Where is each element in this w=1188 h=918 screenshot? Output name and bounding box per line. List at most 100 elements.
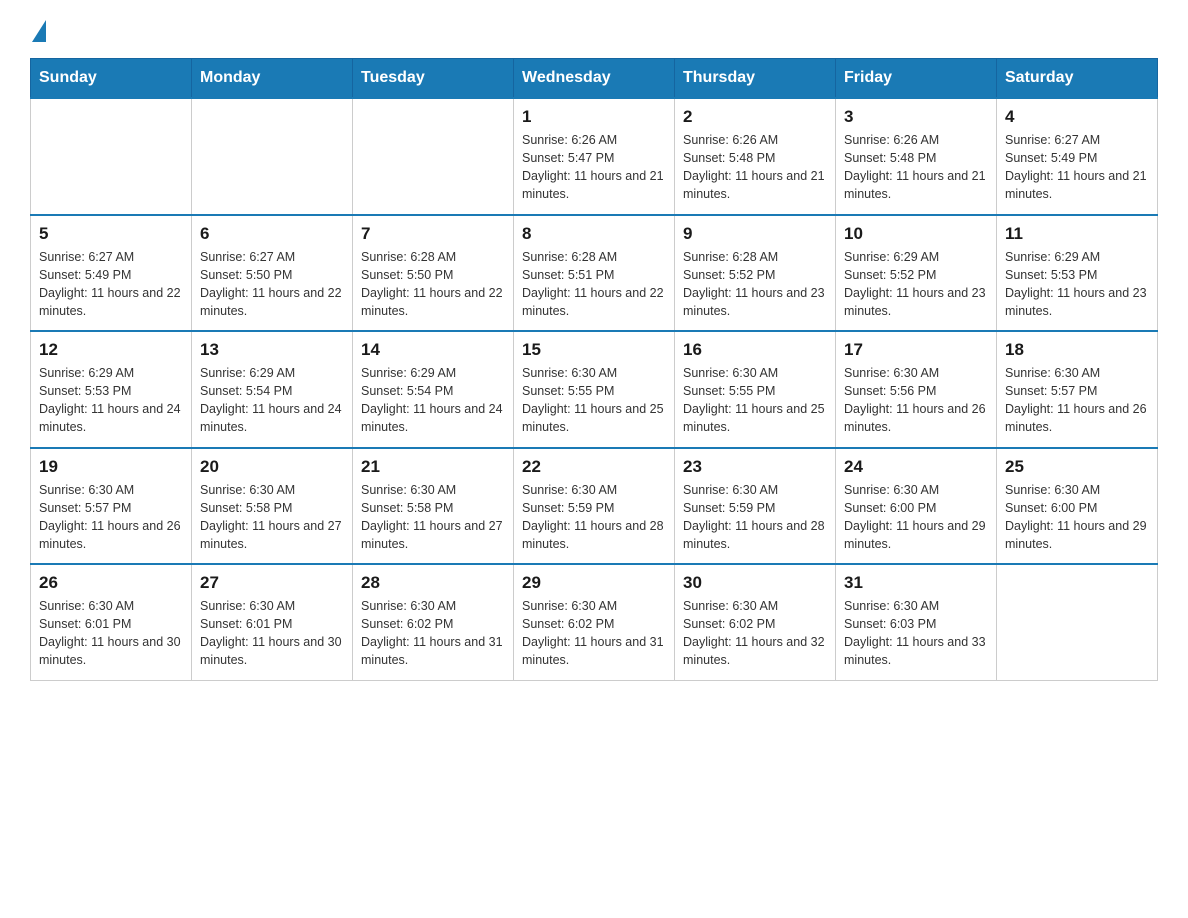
day-cell: 7 Sunrise: 6:28 AMSunset: 5:50 PMDaylight… (353, 215, 514, 332)
day-number: 9 (683, 224, 827, 244)
logo-triangle-icon (32, 20, 46, 42)
day-cell: 11 Sunrise: 6:29 AMSunset: 5:53 PMDayligh… (997, 215, 1158, 332)
day-cell: 29 Sunrise: 6:30 AMSunset: 6:02 PMDayligh… (514, 564, 675, 680)
day-number: 11 (1005, 224, 1149, 244)
col-header-thursday: Thursday (675, 59, 836, 99)
day-info: Sunrise: 6:30 AMSunset: 5:58 PMDaylight:… (361, 481, 505, 554)
day-number: 27 (200, 573, 344, 593)
day-info: Sunrise: 6:29 AMSunset: 5:53 PMDaylight:… (39, 364, 183, 437)
day-cell: 19 Sunrise: 6:30 AMSunset: 5:57 PMDayligh… (31, 448, 192, 565)
day-number: 20 (200, 457, 344, 477)
col-header-sunday: Sunday (31, 59, 192, 99)
day-cell: 4 Sunrise: 6:27 AMSunset: 5:49 PMDaylight… (997, 98, 1158, 215)
day-info: Sunrise: 6:30 AMSunset: 6:01 PMDaylight:… (200, 597, 344, 670)
week-row-4: 19 Sunrise: 6:30 AMSunset: 5:57 PMDayligh… (31, 448, 1158, 565)
day-cell: 10Sunrise: 6:29 AMSunset: 5:52 PMDayligh… (836, 215, 997, 332)
day-cell: 5 Sunrise: 6:27 AMSunset: 5:49 PMDaylight… (31, 215, 192, 332)
day-number: 6 (200, 224, 344, 244)
day-number: 29 (522, 573, 666, 593)
day-info: Sunrise: 6:27 AMSunset: 5:49 PMDaylight:… (1005, 131, 1149, 204)
day-info: Sunrise: 6:28 AMSunset: 5:50 PMDaylight:… (361, 248, 505, 321)
day-number: 17 (844, 340, 988, 360)
day-info: Sunrise: 6:26 AMSunset: 5:48 PMDaylight:… (683, 131, 827, 204)
day-number: 18 (1005, 340, 1149, 360)
day-info: Sunrise: 6:30 AMSunset: 6:02 PMDaylight:… (361, 597, 505, 670)
day-number: 15 (522, 340, 666, 360)
day-info: Sunrise: 6:30 AMSunset: 6:02 PMDaylight:… (522, 597, 666, 670)
day-info: Sunrise: 6:30 AMSunset: 5:57 PMDaylight:… (1005, 364, 1149, 437)
week-row-2: 5 Sunrise: 6:27 AMSunset: 5:49 PMDaylight… (31, 215, 1158, 332)
day-cell: 27 Sunrise: 6:30 AMSunset: 6:01 PMDayligh… (192, 564, 353, 680)
week-row-3: 12 Sunrise: 6:29 AMSunset: 5:53 PMDayligh… (31, 331, 1158, 448)
day-cell (192, 98, 353, 215)
day-number: 13 (200, 340, 344, 360)
day-cell: 3Sunrise: 6:26 AMSunset: 5:48 PMDaylight… (836, 98, 997, 215)
day-number: 30 (683, 573, 827, 593)
day-number: 16 (683, 340, 827, 360)
day-cell: 22Sunrise: 6:30 AMSunset: 5:59 PMDayligh… (514, 448, 675, 565)
col-header-saturday: Saturday (997, 59, 1158, 99)
week-row-5: 26 Sunrise: 6:30 AMSunset: 6:01 PMDayligh… (31, 564, 1158, 680)
day-number: 24 (844, 457, 988, 477)
day-number: 21 (361, 457, 505, 477)
day-info: Sunrise: 6:30 AMSunset: 5:56 PMDaylight:… (844, 364, 988, 437)
day-cell: 16 Sunrise: 6:30 AMSunset: 5:55 PMDayligh… (675, 331, 836, 448)
day-cell (353, 98, 514, 215)
week-row-1: 1Sunrise: 6:26 AMSunset: 5:47 PMDaylight… (31, 98, 1158, 215)
day-number: 26 (39, 573, 183, 593)
logo (30, 20, 48, 38)
day-info: Sunrise: 6:30 AMSunset: 5:59 PMDaylight:… (683, 481, 827, 554)
day-cell: 25 Sunrise: 6:30 AMSunset: 6:00 PMDayligh… (997, 448, 1158, 565)
day-cell: 14Sunrise: 6:29 AMSunset: 5:54 PMDayligh… (353, 331, 514, 448)
day-info: Sunrise: 6:30 AMSunset: 6:02 PMDaylight:… (683, 597, 827, 670)
day-cell: 2 Sunrise: 6:26 AMSunset: 5:48 PMDaylight… (675, 98, 836, 215)
day-cell: 23 Sunrise: 6:30 AMSunset: 5:59 PMDayligh… (675, 448, 836, 565)
day-number: 31 (844, 573, 988, 593)
day-info: Sunrise: 6:30 AMSunset: 6:01 PMDaylight:… (39, 597, 183, 670)
day-info: Sunrise: 6:29 AMSunset: 5:54 PMDaylight:… (361, 364, 505, 437)
day-cell: 9Sunrise: 6:28 AMSunset: 5:52 PMDaylight… (675, 215, 836, 332)
day-info: Sunrise: 6:29 AMSunset: 5:54 PMDaylight:… (200, 364, 344, 437)
day-info: Sunrise: 6:30 AMSunset: 6:00 PMDaylight:… (844, 481, 988, 554)
day-number: 19 (39, 457, 183, 477)
day-number: 23 (683, 457, 827, 477)
day-cell: 30 Sunrise: 6:30 AMSunset: 6:02 PMDayligh… (675, 564, 836, 680)
day-number: 12 (39, 340, 183, 360)
day-number: 7 (361, 224, 505, 244)
day-number: 2 (683, 107, 827, 127)
page-header (30, 20, 1158, 38)
day-cell: 6 Sunrise: 6:27 AMSunset: 5:50 PMDaylight… (192, 215, 353, 332)
day-cell: 18 Sunrise: 6:30 AMSunset: 5:57 PMDayligh… (997, 331, 1158, 448)
day-info: Sunrise: 6:27 AMSunset: 5:50 PMDaylight:… (200, 248, 344, 321)
day-number: 25 (1005, 457, 1149, 477)
day-cell: 26 Sunrise: 6:30 AMSunset: 6:01 PMDayligh… (31, 564, 192, 680)
day-info: Sunrise: 6:30 AMSunset: 5:55 PMDaylight:… (683, 364, 827, 437)
day-info: Sunrise: 6:30 AMSunset: 5:57 PMDaylight:… (39, 481, 183, 554)
day-cell: 20 Sunrise: 6:30 AMSunset: 5:58 PMDayligh… (192, 448, 353, 565)
day-number: 1 (522, 107, 666, 127)
day-info: Sunrise: 6:30 AMSunset: 5:55 PMDaylight:… (522, 364, 666, 437)
col-header-monday: Monday (192, 59, 353, 99)
col-header-tuesday: Tuesday (353, 59, 514, 99)
day-number: 5 (39, 224, 183, 244)
day-number: 28 (361, 573, 505, 593)
day-info: Sunrise: 6:27 AMSunset: 5:49 PMDaylight:… (39, 248, 183, 321)
day-cell: 31 Sunrise: 6:30 AMSunset: 6:03 PMDayligh… (836, 564, 997, 680)
calendar-header-row: SundayMondayTuesdayWednesdayThursdayFrid… (31, 59, 1158, 99)
day-cell: 1Sunrise: 6:26 AMSunset: 5:47 PMDaylight… (514, 98, 675, 215)
day-number: 10 (844, 224, 988, 244)
day-info: Sunrise: 6:29 AMSunset: 5:53 PMDaylight:… (1005, 248, 1149, 321)
day-info: Sunrise: 6:30 AMSunset: 5:58 PMDaylight:… (200, 481, 344, 554)
day-cell: 17 Sunrise: 6:30 AMSunset: 5:56 PMDayligh… (836, 331, 997, 448)
day-info: Sunrise: 6:30 AMSunset: 6:00 PMDaylight:… (1005, 481, 1149, 554)
col-header-wednesday: Wednesday (514, 59, 675, 99)
day-cell: 24 Sunrise: 6:30 AMSunset: 6:00 PMDayligh… (836, 448, 997, 565)
day-cell: 15 Sunrise: 6:30 AMSunset: 5:55 PMDayligh… (514, 331, 675, 448)
day-number: 3 (844, 107, 988, 127)
day-cell (31, 98, 192, 215)
day-number: 8 (522, 224, 666, 244)
day-number: 4 (1005, 107, 1149, 127)
day-info: Sunrise: 6:30 AMSunset: 6:03 PMDaylight:… (844, 597, 988, 670)
calendar-table: SundayMondayTuesdayWednesdayThursdayFrid… (30, 58, 1158, 681)
day-info: Sunrise: 6:28 AMSunset: 5:51 PMDaylight:… (522, 248, 666, 321)
